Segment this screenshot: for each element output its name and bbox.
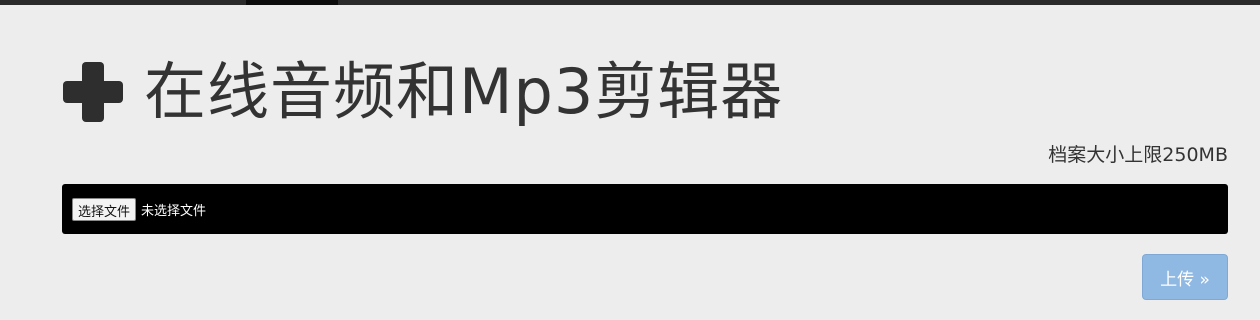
no-file-chosen-label: 未选择文件	[141, 203, 207, 219]
plus-icon	[63, 62, 123, 122]
upload-button[interactable]: 上传 »	[1142, 254, 1228, 300]
file-input-bar[interactable]: 选择文件 未选择文件	[62, 184, 1228, 234]
file-size-limit: 档案大小上限250MB	[1048, 144, 1228, 166]
top-nav-active-tab[interactable]	[246, 0, 338, 5]
choose-file-button[interactable]: 选择文件	[72, 197, 137, 221]
page-title: 在线音频和Mp3剪辑器	[144, 55, 784, 128]
page-header: 在线音频和Mp3剪辑器	[60, 52, 783, 132]
top-nav-bar	[0, 0, 1260, 5]
